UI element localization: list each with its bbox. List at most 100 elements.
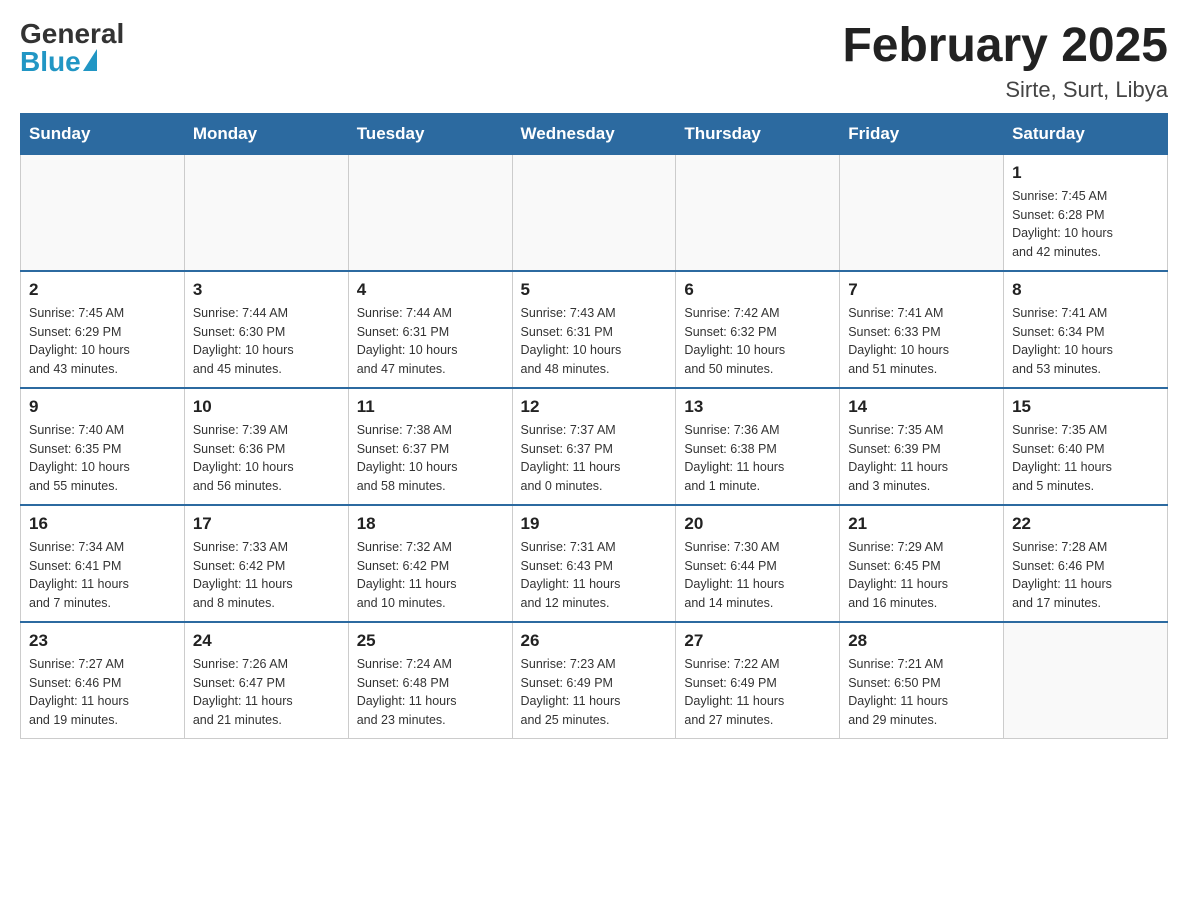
day-number: 7 [848,280,995,300]
day-number: 8 [1012,280,1159,300]
table-row: 26 Sunrise: 7:23 AM Sunset: 6:49 PM Dayli… [512,622,676,739]
day-info: Sunrise: 7:31 AM Sunset: 6:43 PM Dayligh… [521,538,668,613]
header-monday: Monday [184,113,348,154]
table-row: 14 Sunrise: 7:35 AM Sunset: 6:39 PM Dayli… [840,388,1004,505]
day-info: Sunrise: 7:26 AM Sunset: 6:47 PM Dayligh… [193,655,340,730]
day-number: 2 [29,280,176,300]
day-number: 13 [684,397,831,417]
table-row: 4 Sunrise: 7:44 AM Sunset: 6:31 PM Daylig… [348,271,512,388]
title-block: February 2025 Sirte, Surt, Libya [842,20,1168,103]
table-row: 17 Sunrise: 7:33 AM Sunset: 6:42 PM Dayli… [184,505,348,622]
day-info: Sunrise: 7:37 AM Sunset: 6:37 PM Dayligh… [521,421,668,496]
day-info: Sunrise: 7:30 AM Sunset: 6:44 PM Dayligh… [684,538,831,613]
day-number: 21 [848,514,995,534]
day-number: 18 [357,514,504,534]
day-info: Sunrise: 7:40 AM Sunset: 6:35 PM Dayligh… [29,421,176,496]
day-info: Sunrise: 7:24 AM Sunset: 6:48 PM Dayligh… [357,655,504,730]
day-info: Sunrise: 7:29 AM Sunset: 6:45 PM Dayligh… [848,538,995,613]
header-sunday: Sunday [21,113,185,154]
table-row: 23 Sunrise: 7:27 AM Sunset: 6:46 PM Dayli… [21,622,185,739]
header-tuesday: Tuesday [348,113,512,154]
logo-triangle-icon [83,49,97,71]
table-row [21,154,185,271]
day-number: 12 [521,397,668,417]
day-number: 5 [521,280,668,300]
day-info: Sunrise: 7:41 AM Sunset: 6:33 PM Dayligh… [848,304,995,379]
table-row: 7 Sunrise: 7:41 AM Sunset: 6:33 PM Daylig… [840,271,1004,388]
day-info: Sunrise: 7:45 AM Sunset: 6:29 PM Dayligh… [29,304,176,379]
day-info: Sunrise: 7:43 AM Sunset: 6:31 PM Dayligh… [521,304,668,379]
day-info: Sunrise: 7:35 AM Sunset: 6:40 PM Dayligh… [1012,421,1159,496]
table-row [1004,622,1168,739]
table-row [184,154,348,271]
header-thursday: Thursday [676,113,840,154]
day-number: 6 [684,280,831,300]
day-number: 9 [29,397,176,417]
day-info: Sunrise: 7:34 AM Sunset: 6:41 PM Dayligh… [29,538,176,613]
day-info: Sunrise: 7:33 AM Sunset: 6:42 PM Dayligh… [193,538,340,613]
day-info: Sunrise: 7:44 AM Sunset: 6:31 PM Dayligh… [357,304,504,379]
page-header: General Blue February 2025 Sirte, Surt, … [20,20,1168,103]
table-row: 20Sunrise: 7:30 AM Sunset: 6:44 PM Dayli… [676,505,840,622]
day-number: 1 [1012,163,1159,183]
day-number: 25 [357,631,504,651]
calendar-table: Sunday Monday Tuesday Wednesday Thursday… [20,113,1168,739]
table-row: 18Sunrise: 7:32 AM Sunset: 6:42 PM Dayli… [348,505,512,622]
table-row: 16 Sunrise: 7:34 AM Sunset: 6:41 PM Dayli… [21,505,185,622]
day-info: Sunrise: 7:35 AM Sunset: 6:39 PM Dayligh… [848,421,995,496]
day-info: Sunrise: 7:21 AM Sunset: 6:50 PM Dayligh… [848,655,995,730]
day-info: Sunrise: 7:41 AM Sunset: 6:34 PM Dayligh… [1012,304,1159,379]
logo-general-text: General [20,20,124,48]
table-row: 12 Sunrise: 7:37 AM Sunset: 6:37 PM Dayli… [512,388,676,505]
logo-blue-text: Blue [20,48,97,76]
day-number: 4 [357,280,504,300]
table-row: 6 Sunrise: 7:42 AM Sunset: 6:32 PM Daylig… [676,271,840,388]
day-number: 23 [29,631,176,651]
table-row: 1 Sunrise: 7:45 AM Sunset: 6:28 PM Daylig… [1004,154,1168,271]
day-number: 15 [1012,397,1159,417]
logo: General Blue [20,20,124,76]
table-row: 28 Sunrise: 7:21 AM Sunset: 6:50 PM Dayli… [840,622,1004,739]
day-info: Sunrise: 7:23 AM Sunset: 6:49 PM Dayligh… [521,655,668,730]
table-row: 2 Sunrise: 7:45 AM Sunset: 6:29 PM Daylig… [21,271,185,388]
day-number: 10 [193,397,340,417]
day-info: Sunrise: 7:27 AM Sunset: 6:46 PM Dayligh… [29,655,176,730]
day-number: 16 [29,514,176,534]
table-row: 15 Sunrise: 7:35 AM Sunset: 6:40 PM Dayli… [1004,388,1168,505]
table-row: 25 Sunrise: 7:24 AM Sunset: 6:48 PM Dayli… [348,622,512,739]
table-row: 8 Sunrise: 7:41 AM Sunset: 6:34 PM Daylig… [1004,271,1168,388]
day-number: 3 [193,280,340,300]
header-saturday: Saturday [1004,113,1168,154]
day-number: 26 [521,631,668,651]
table-row: 13 Sunrise: 7:36 AM Sunset: 6:38 PM Dayli… [676,388,840,505]
day-number: 19 [521,514,668,534]
day-info: Sunrise: 7:42 AM Sunset: 6:32 PM Dayligh… [684,304,831,379]
table-row: 27Sunrise: 7:22 AM Sunset: 6:49 PM Dayli… [676,622,840,739]
day-info: Sunrise: 7:39 AM Sunset: 6:36 PM Dayligh… [193,421,340,496]
table-row: 9 Sunrise: 7:40 AM Sunset: 6:35 PM Daylig… [21,388,185,505]
table-row [348,154,512,271]
table-row [840,154,1004,271]
table-row: 3 Sunrise: 7:44 AM Sunset: 6:30 PM Daylig… [184,271,348,388]
table-row: 5 Sunrise: 7:43 AM Sunset: 6:31 PM Daylig… [512,271,676,388]
location-label: Sirte, Surt, Libya [842,77,1168,103]
day-info: Sunrise: 7:38 AM Sunset: 6:37 PM Dayligh… [357,421,504,496]
day-number: 27 [684,631,831,651]
day-info: Sunrise: 7:36 AM Sunset: 6:38 PM Dayligh… [684,421,831,496]
table-row: 10 Sunrise: 7:39 AM Sunset: 6:36 PM Dayli… [184,388,348,505]
table-row: 19 Sunrise: 7:31 AM Sunset: 6:43 PM Dayli… [512,505,676,622]
table-row: 21 Sunrise: 7:29 AM Sunset: 6:45 PM Dayli… [840,505,1004,622]
day-number: 24 [193,631,340,651]
table-row: 22 Sunrise: 7:28 AM Sunset: 6:46 PM Dayli… [1004,505,1168,622]
day-number: 28 [848,631,995,651]
calendar-header-row: Sunday Monday Tuesday Wednesday Thursday… [21,113,1168,154]
day-number: 14 [848,397,995,417]
day-number: 22 [1012,514,1159,534]
header-wednesday: Wednesday [512,113,676,154]
table-row [676,154,840,271]
day-number: 17 [193,514,340,534]
month-title: February 2025 [842,20,1168,73]
day-info: Sunrise: 7:28 AM Sunset: 6:46 PM Dayligh… [1012,538,1159,613]
day-info: Sunrise: 7:45 AM Sunset: 6:28 PM Dayligh… [1012,187,1159,262]
day-info: Sunrise: 7:44 AM Sunset: 6:30 PM Dayligh… [193,304,340,379]
